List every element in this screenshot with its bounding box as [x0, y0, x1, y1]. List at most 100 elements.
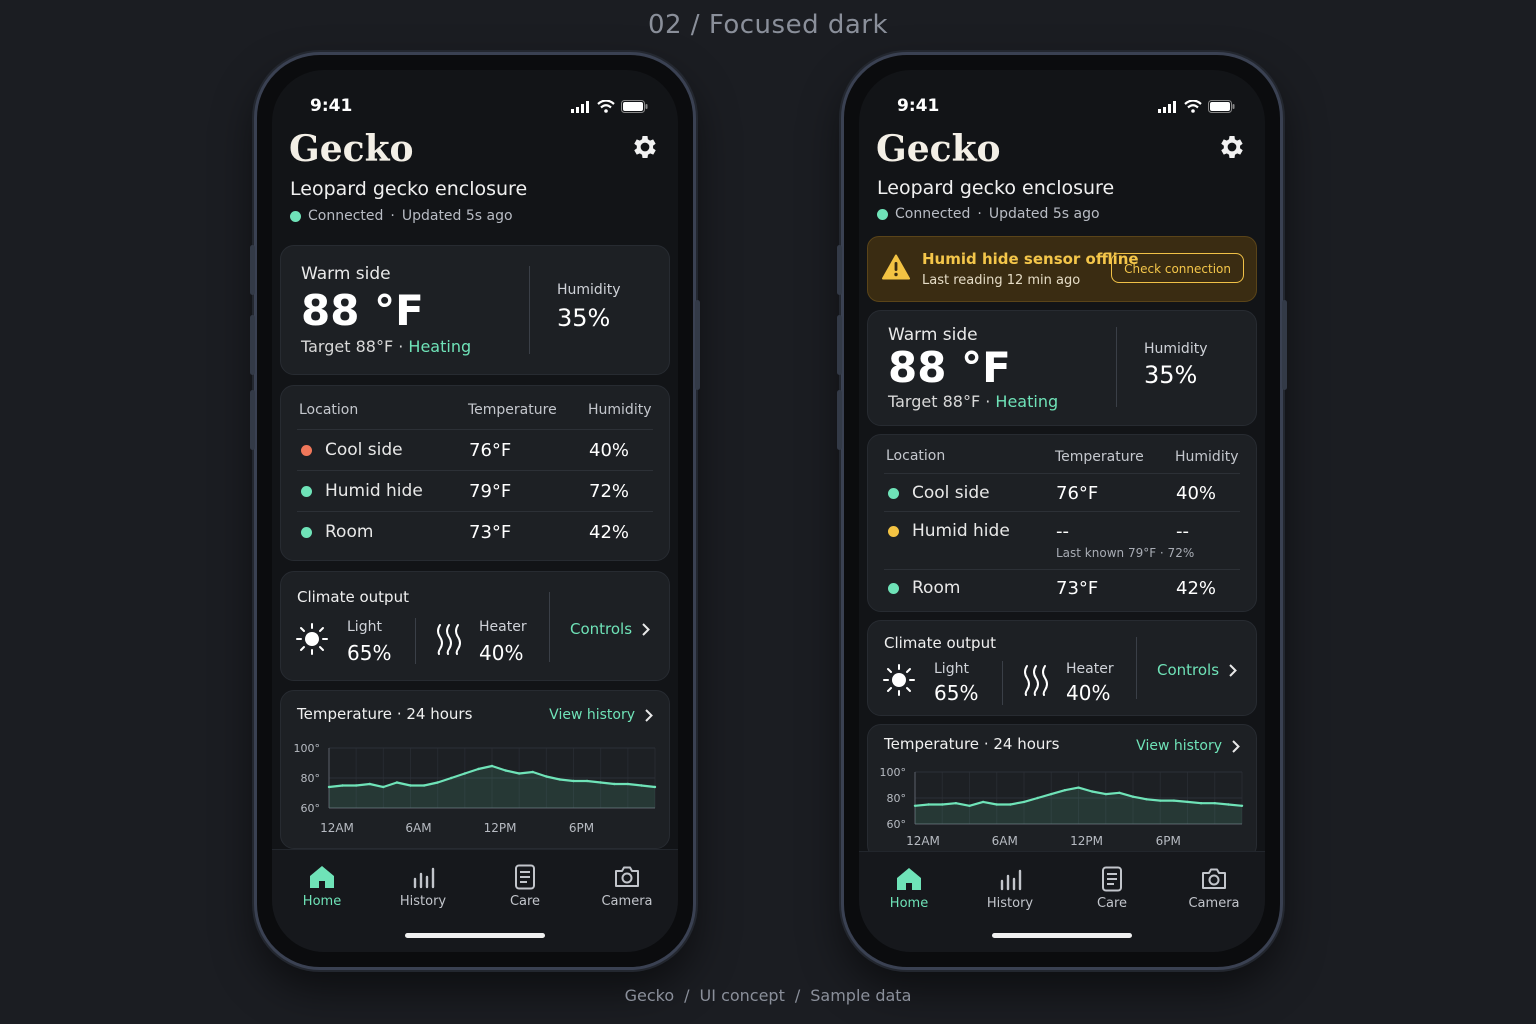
volume-up-button	[250, 245, 255, 295]
data-point	[382, 785, 385, 789]
humidity-value: 35%	[557, 304, 611, 332]
warm-side-label: Warm side	[301, 264, 391, 284]
table-row[interactable]: Cool side 76°F 40%	[297, 429, 653, 471]
tab-label: Camera	[601, 894, 653, 909]
tab-care[interactable]: Care	[1072, 866, 1152, 911]
sensor-humidity: 40%	[1176, 483, 1217, 504]
volume-up-button	[837, 245, 842, 295]
enclosure-name: Leopard gecko enclosure	[290, 178, 528, 200]
document-icon	[515, 864, 535, 890]
status-dot	[888, 488, 899, 499]
tab-history[interactable]: History	[970, 866, 1050, 911]
home-indicator	[405, 933, 545, 938]
sensor-humidity: 40%	[589, 440, 630, 461]
tab-camera[interactable]: Camera	[1174, 866, 1254, 911]
x-tick-label: 12PM	[1070, 834, 1103, 848]
col-temperature: Temperature	[468, 402, 557, 418]
climate-output-title: Climate output	[297, 588, 409, 606]
data-point	[531, 770, 534, 774]
data-point	[1227, 803, 1230, 806]
temperature-chart-card[interactable]: Temperature · 24 hours View history 100°…	[867, 724, 1257, 859]
light-label: Light	[347, 619, 382, 635]
divider	[549, 592, 550, 662]
updated-label: Updated 5s ago	[988, 206, 1100, 222]
tab-home[interactable]: Home	[282, 864, 362, 909]
data-point	[1063, 789, 1067, 792]
tab-home[interactable]: Home	[869, 866, 949, 911]
data-point	[941, 803, 944, 806]
settings-gear-icon[interactable]	[1217, 132, 1247, 162]
humidity-value: 35%	[1144, 361, 1198, 389]
volume-down-button	[250, 315, 255, 375]
table-row[interactable]: Room 73°F 42%	[884, 569, 1240, 608]
warm-side-card[interactable]: Warm side 88 °F Target 88°F · Heating Hu…	[280, 245, 670, 375]
data-point	[995, 803, 998, 806]
table-row[interactable]: Humid hide 79°F 72%	[297, 470, 653, 512]
sensor-temperature: --	[1056, 521, 1069, 542]
sensor-humidity: 72%	[589, 481, 630, 502]
controls-link[interactable]: Controls	[1157, 661, 1237, 679]
sensor-humidity: 42%	[589, 522, 630, 543]
sensor-table: Location Temperature Humidity Cool side …	[867, 434, 1257, 612]
climate-output-title: Climate output	[884, 634, 996, 652]
table-row[interactable]: Room 73°F 42%	[297, 511, 653, 553]
data-point	[599, 781, 602, 784]
heating-status: Heating	[995, 392, 1059, 411]
controls-link[interactable]: Controls	[570, 620, 650, 638]
warm-side-target: Target 88°F · Heating	[301, 337, 472, 356]
phone-normal: 9:41 Gecko Leopard gecko enclosure Conne…	[250, 52, 700, 970]
table-row[interactable]: Humid hide -- -- Last known 79°F · 72%	[884, 511, 1240, 570]
temperature-chart-card[interactable]: Temperature · 24 hours View history 100°…	[280, 690, 670, 849]
x-tick-label: 12AM	[906, 834, 940, 848]
data-point	[1022, 800, 1026, 804]
separator: ·	[390, 208, 395, 224]
y-tick-label: 60°	[887, 818, 907, 831]
tab-camera[interactable]: Camera	[587, 864, 667, 909]
footer-brand: Gecko	[624, 986, 675, 1005]
target-label: Target 88°F	[888, 392, 981, 411]
data-point	[341, 784, 344, 787]
screen: 9:41 Gecko Leopard gecko enclosure Conne…	[859, 70, 1265, 952]
table-row[interactable]: Cool side 76°F 40%	[884, 473, 1240, 512]
warm-side-temperature: 88 °F	[301, 286, 424, 335]
col-location: Location	[886, 448, 946, 464]
tab-history[interactable]: History	[383, 864, 463, 909]
data-point	[1131, 795, 1135, 798]
connected-dot	[877, 208, 888, 220]
page-footer: Gecko / UI concept / Sample data	[624, 986, 912, 1005]
data-point	[653, 785, 657, 789]
data-point	[927, 803, 930, 806]
status-dot	[301, 527, 312, 538]
warm-side-temperature: 88 °F	[888, 343, 1011, 392]
status-bar: 9:41	[859, 96, 1265, 120]
y-tick-label: 60°	[301, 802, 321, 815]
sensor-temperature: 76°F	[469, 440, 512, 461]
humidity-label: Humidity	[557, 282, 621, 298]
light-value: 65%	[347, 641, 392, 665]
status-dot	[888, 526, 899, 537]
tab-label: Care	[1096, 896, 1128, 911]
alert-title: Humid hide sensor offline	[922, 250, 1139, 268]
document-icon	[1102, 866, 1122, 892]
home-indicator	[992, 933, 1132, 938]
settings-gear-icon[interactable]	[630, 132, 660, 162]
data-point	[626, 782, 630, 786]
climate-output-card: Climate output Light 65% Heater 40% Cont…	[280, 571, 670, 681]
footer-note: Sample data	[810, 986, 912, 1005]
check-connection-button[interactable]: Check connection	[1111, 253, 1244, 283]
battery-icon	[621, 100, 648, 113]
data-point	[463, 772, 467, 775]
tab-label: Home	[889, 896, 929, 911]
warm-side-card[interactable]: Warm side 88 °F Target 88°F · Heating Hu…	[867, 310, 1257, 426]
data-point	[1104, 792, 1107, 796]
data-point	[640, 784, 643, 787]
x-tick-label: 6PM	[1156, 834, 1181, 848]
humidity-label: Humidity	[1144, 341, 1208, 357]
connection-label: Connected	[308, 208, 384, 224]
x-tick-label: 12PM	[484, 821, 517, 835]
bar-chart-icon	[413, 867, 435, 889]
divider	[1002, 661, 1003, 705]
tab-care[interactable]: Care	[485, 864, 565, 909]
data-point	[1036, 796, 1039, 800]
home-icon	[310, 866, 334, 888]
